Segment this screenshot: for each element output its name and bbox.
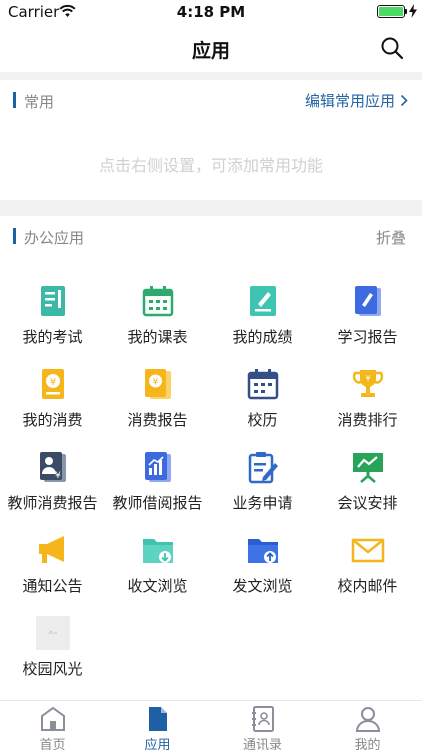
common-section-header: 常用 编辑常用应用 bbox=[0, 80, 422, 120]
office-apps-section: 办公应用 折叠 我的考试 我的课表 我的成绩 学习报告 ¥ 我的消费 ¥ 消费报… bbox=[0, 216, 422, 700]
tab-contacts[interactable]: 通讯录 bbox=[210, 701, 315, 750]
section-accent-bar bbox=[13, 228, 16, 244]
app-label: 通知公告 bbox=[22, 577, 83, 595]
tab-label: 应用 bbox=[144, 738, 171, 750]
empty-common-hint: 点击右侧设置，可添加常用功能 bbox=[98, 156, 323, 175]
app-label: 学习报告 bbox=[337, 328, 398, 346]
tab-bar: 首页 应用 通讯录 我的 bbox=[0, 700, 422, 750]
teacher-consumption-icon: ¥ bbox=[40, 452, 66, 482]
app-label: 我的成绩 bbox=[232, 328, 293, 346]
app-meeting-arrangement[interactable]: 会议安排 bbox=[315, 434, 420, 514]
app-label: 消费报告 bbox=[127, 411, 188, 429]
megaphone-icon bbox=[39, 536, 64, 563]
app-my-grades[interactable]: 我的成绩 bbox=[210, 268, 315, 348]
battery-icon bbox=[377, 5, 405, 18]
profile-icon bbox=[355, 707, 381, 732]
consumption-report-icon: ¥ bbox=[145, 369, 171, 399]
consumption-icon: ¥ bbox=[42, 369, 64, 399]
page-title: 应用 bbox=[191, 40, 230, 62]
app-label: 收文浏览 bbox=[127, 577, 188, 595]
app-consumption-report[interactable]: ¥ 消费报告 bbox=[105, 351, 210, 431]
app-label: 消费排行 bbox=[337, 411, 398, 429]
outbox-folder-icon bbox=[248, 539, 278, 563]
app-business-application[interactable]: 业务申请 bbox=[210, 434, 315, 514]
exam-icon bbox=[41, 286, 65, 316]
tab-label: 首页 bbox=[39, 738, 66, 750]
office-section-title: 办公应用 bbox=[24, 229, 85, 247]
tab-label: 通讯录 bbox=[242, 738, 282, 750]
app-label: 会议安排 bbox=[337, 494, 398, 512]
app-my-schedule[interactable]: 我的课表 bbox=[105, 268, 210, 348]
app-incoming-documents[interactable]: 收文浏览 bbox=[105, 517, 210, 597]
svg-text:¥: ¥ bbox=[365, 374, 370, 383]
edit-common-apps-label: 编辑常用应用 bbox=[304, 92, 395, 110]
app-label: 业务申请 bbox=[232, 494, 293, 512]
mail-icon bbox=[351, 538, 385, 563]
school-calendar-icon bbox=[247, 369, 279, 400]
svg-text:¥: ¥ bbox=[50, 377, 56, 388]
grades-icon bbox=[250, 286, 276, 316]
svg-text:¥: ¥ bbox=[153, 378, 159, 388]
app-my-consumption[interactable]: ¥ 我的消费 bbox=[0, 351, 105, 431]
app-label: 教师消费报告 bbox=[7, 494, 98, 512]
app-study-report[interactable]: 学习报告 bbox=[315, 268, 420, 348]
office-section-header: 办公应用 折叠 bbox=[0, 216, 422, 256]
contacts-icon bbox=[252, 706, 274, 732]
edit-common-apps-button[interactable]: 编辑常用应用 bbox=[305, 90, 408, 111]
app-teacher-consumption-report[interactable]: ¥ 教师消费报告 bbox=[0, 434, 105, 514]
common-section-title: 常用 bbox=[24, 93, 55, 111]
tab-label: 我的 bbox=[354, 738, 381, 750]
app-notices[interactable]: 通知公告 bbox=[0, 517, 105, 597]
study-report-icon bbox=[355, 286, 381, 316]
search-icon[interactable] bbox=[380, 36, 404, 60]
trophy-icon: ¥ bbox=[352, 370, 384, 397]
calendar-icon bbox=[142, 286, 174, 317]
tab-home[interactable]: 首页 bbox=[0, 701, 105, 750]
tab-apps[interactable]: 应用 bbox=[105, 701, 210, 750]
image-placeholder-icon bbox=[36, 616, 70, 650]
app-outgoing-documents[interactable]: 发文浏览 bbox=[210, 517, 315, 597]
app-my-exam[interactable]: 我的考试 bbox=[0, 268, 105, 348]
app-teacher-borrow-report[interactable]: 教师借阅报告 bbox=[105, 434, 210, 514]
tab-profile[interactable]: 我的 bbox=[315, 701, 420, 750]
app-campus-mail[interactable]: 校内邮件 bbox=[315, 517, 420, 597]
app-label: 我的考试 bbox=[22, 328, 83, 346]
app-school-calendar[interactable]: 校历 bbox=[210, 351, 315, 431]
inbox-folder-icon bbox=[143, 539, 173, 563]
collapse-button[interactable]: 折叠 bbox=[376, 227, 406, 248]
charging-bolt-icon bbox=[409, 4, 417, 18]
app-label: 教师借阅报告 bbox=[112, 494, 203, 512]
home-icon bbox=[41, 706, 65, 731]
common-apps-section: 常用 编辑常用应用 点击右侧设置，可添加常用功能 bbox=[0, 80, 422, 200]
app-label: 我的课表 bbox=[127, 328, 188, 346]
navigation-bar: 应用 bbox=[0, 24, 422, 72]
teacher-borrow-icon bbox=[145, 452, 171, 482]
app-label: 发文浏览 bbox=[232, 577, 293, 595]
app-campus-scenery[interactable]: 校园风光 bbox=[0, 600, 105, 680]
battery-tip bbox=[405, 9, 407, 14]
meeting-icon bbox=[353, 453, 383, 483]
app-label: 校历 bbox=[247, 411, 278, 429]
app-consumption-ranking[interactable]: ¥ 消费排行 bbox=[315, 351, 420, 431]
document-icon bbox=[149, 707, 167, 731]
chevron-right-icon bbox=[400, 94, 408, 107]
clock: 4:18 PM bbox=[176, 3, 246, 21]
app-label: 校内邮件 bbox=[337, 577, 398, 595]
status-bar: Carrier 4:18 PM bbox=[0, 0, 422, 24]
application-icon bbox=[248, 452, 278, 484]
app-label: 校园风光 bbox=[22, 660, 83, 678]
svg-text:¥: ¥ bbox=[55, 471, 61, 481]
section-accent-bar bbox=[13, 92, 16, 108]
app-label: 我的消费 bbox=[22, 411, 83, 429]
